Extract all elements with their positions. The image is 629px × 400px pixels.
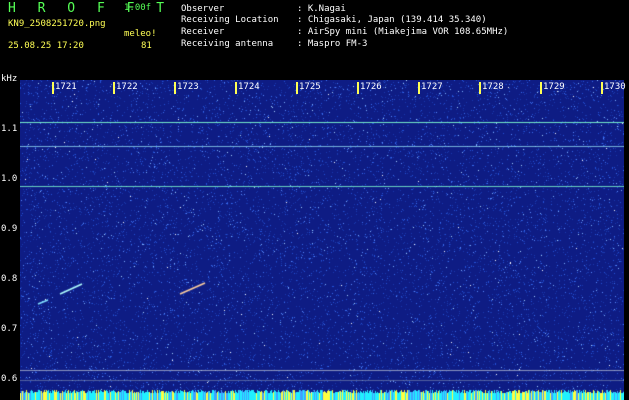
time-tick-mark	[479, 82, 481, 94]
y-axis-unit: kHz	[1, 74, 18, 84]
y-tick-label: 1.1	[1, 124, 18, 134]
time-tick-label: 1727	[421, 82, 443, 92]
time-tick-label: 1730	[604, 82, 626, 92]
y-tick-label: 0.7	[1, 324, 18, 334]
file-name: KN9_2508251720.png	[8, 19, 106, 29]
time-tick-label: 1723	[177, 82, 199, 92]
y-tick-label: 0.8	[1, 274, 18, 284]
time-tick-label: 1722	[116, 82, 138, 92]
y-tick-label: 1.0	[1, 174, 18, 184]
date-time: 25.08.25 17:20	[8, 41, 84, 51]
time-tick-mark	[113, 82, 115, 94]
antenna-label: Receiving antenna	[181, 39, 274, 49]
time-tick-label: 1721	[55, 82, 77, 92]
time-tick-mark	[540, 82, 542, 94]
meleo-label: meleo!	[124, 29, 157, 39]
time-tick-label: 1725	[299, 82, 321, 92]
observer-label: Observer	[181, 4, 225, 14]
time-tick-mark	[357, 82, 359, 94]
time-tick-label: 1728	[482, 82, 504, 92]
time-tick-mark	[235, 82, 237, 94]
y-tick-label: 0.6	[1, 374, 18, 384]
antenna-value: : Maspro FM-3	[297, 39, 368, 49]
location-value: : Chigasaki, Japan (139.414 35.340)	[297, 15, 487, 25]
time-tick-mark	[418, 82, 420, 94]
time-tick-label: 1729	[543, 82, 565, 92]
time-tick-mark	[296, 82, 298, 94]
time-tick-mark	[174, 82, 176, 94]
time-tick-label: 1724	[238, 82, 260, 92]
receiver-value: : AirSpy mini (Miakejima VOR 108.65MHz)	[297, 27, 509, 37]
time-tick-label: 1726	[360, 82, 382, 92]
spectrogram	[20, 80, 624, 400]
location-label: Receiving Location	[181, 15, 279, 25]
observer-value: : K.Nagai	[297, 4, 346, 14]
receiver-label: Receiver	[181, 27, 225, 37]
y-tick-label: 0.9	[1, 224, 18, 234]
time-tick-mark	[52, 82, 54, 94]
time-tick-mark	[601, 82, 603, 94]
spectrogram-canvas	[20, 80, 624, 400]
version-label: 1.00f	[124, 3, 152, 13]
detection-count: 81	[141, 41, 152, 51]
